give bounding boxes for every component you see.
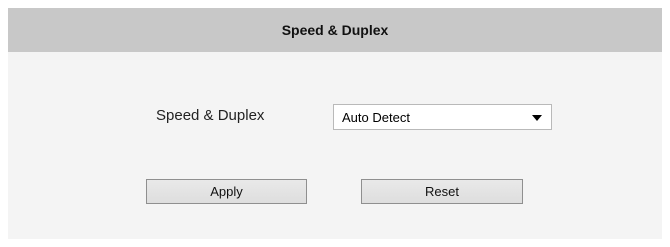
panel-header: Speed & Duplex bbox=[8, 8, 662, 52]
panel-title: Speed & Duplex bbox=[281, 22, 389, 38]
apply-button-label: Apply bbox=[210, 184, 243, 199]
reset-button[interactable]: Reset bbox=[361, 179, 523, 204]
speed-duplex-select[interactable]: Auto Detect bbox=[333, 104, 552, 130]
dropdown-arrow-icon bbox=[532, 115, 542, 121]
speed-duplex-selected-value: Auto Detect bbox=[342, 109, 410, 125]
speed-duplex-label: Speed & Duplex bbox=[156, 107, 265, 124]
apply-button[interactable]: Apply bbox=[146, 179, 307, 204]
reset-button-label: Reset bbox=[425, 184, 459, 199]
speed-duplex-panel: Speed & Duplex Speed & Duplex Auto Detec… bbox=[8, 8, 662, 239]
